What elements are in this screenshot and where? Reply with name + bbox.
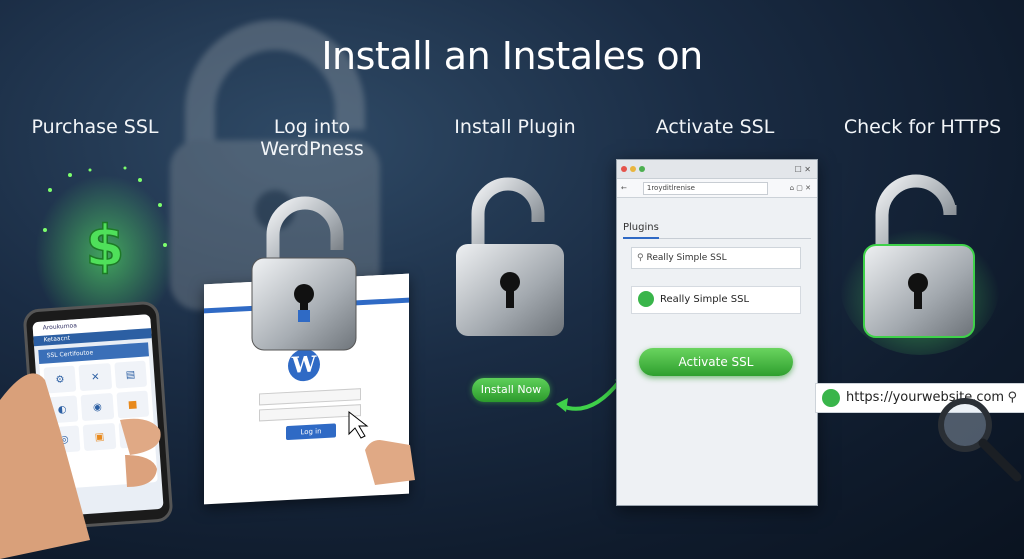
back-icon[interactable]: ← [621, 184, 627, 192]
active-tab-underline [623, 237, 659, 239]
cursor-icon [348, 410, 415, 485]
search-icon: ⚲ [637, 253, 644, 263]
plugin-search-input[interactable]: ⚲ Really Simple SSL [631, 247, 801, 269]
url-input[interactable]: 1royditlrenise [642, 181, 768, 195]
step-install-plugin: Install Plugin [454, 116, 576, 138]
maximize-dot[interactable] [639, 166, 645, 172]
username-field[interactable] [259, 388, 361, 406]
search-value: Really Simple SSL [646, 253, 727, 263]
address-bar: ← 1royditlrenise ⌂ ▢ ✕ [617, 179, 817, 198]
page-title: Install an Instales on [321, 34, 703, 78]
browser-window: ☐ ✕ ← 1royditlrenise ⌂ ▢ ✕ Plugins ⚲ Rea… [616, 159, 818, 506]
step-check-https: Check for HTTPS [843, 116, 1002, 138]
install-now-button[interactable]: Install Now [472, 378, 550, 402]
padlock-open-icon [251, 196, 357, 351]
plugin-row[interactable]: Really Simple SSL [631, 286, 801, 314]
lock-icon [638, 291, 654, 307]
minimize-dot[interactable] [630, 166, 636, 172]
activate-ssl-button[interactable]: Activate SSL [639, 348, 793, 376]
login-button[interactable]: Log in [286, 423, 336, 441]
magnifier-icon [938, 398, 1022, 482]
toolbar-icons[interactable]: ⌂ ▢ ✕ [790, 184, 817, 192]
tab-bar: ☐ ✕ [617, 160, 817, 179]
close-dot[interactable] [621, 166, 627, 172]
hand-illustration [0, 373, 161, 559]
step-activate-ssl: Activate SSL [655, 116, 775, 138]
window-controls-icon[interactable]: ☐ ✕ [795, 165, 817, 174]
secure-lock-icon [822, 388, 840, 407]
padlock-secure-icon [840, 174, 1000, 355]
plugin-name: Really Simple SSL [660, 294, 750, 305]
plugins-heading: Plugins [623, 222, 659, 233]
padlock-open-icon [456, 177, 564, 336]
step-log-in: Log into WerdPness [260, 116, 364, 160]
svg-text:$: $ [86, 214, 125, 279]
step-purchase-ssl: Purchase SSL [31, 116, 159, 138]
